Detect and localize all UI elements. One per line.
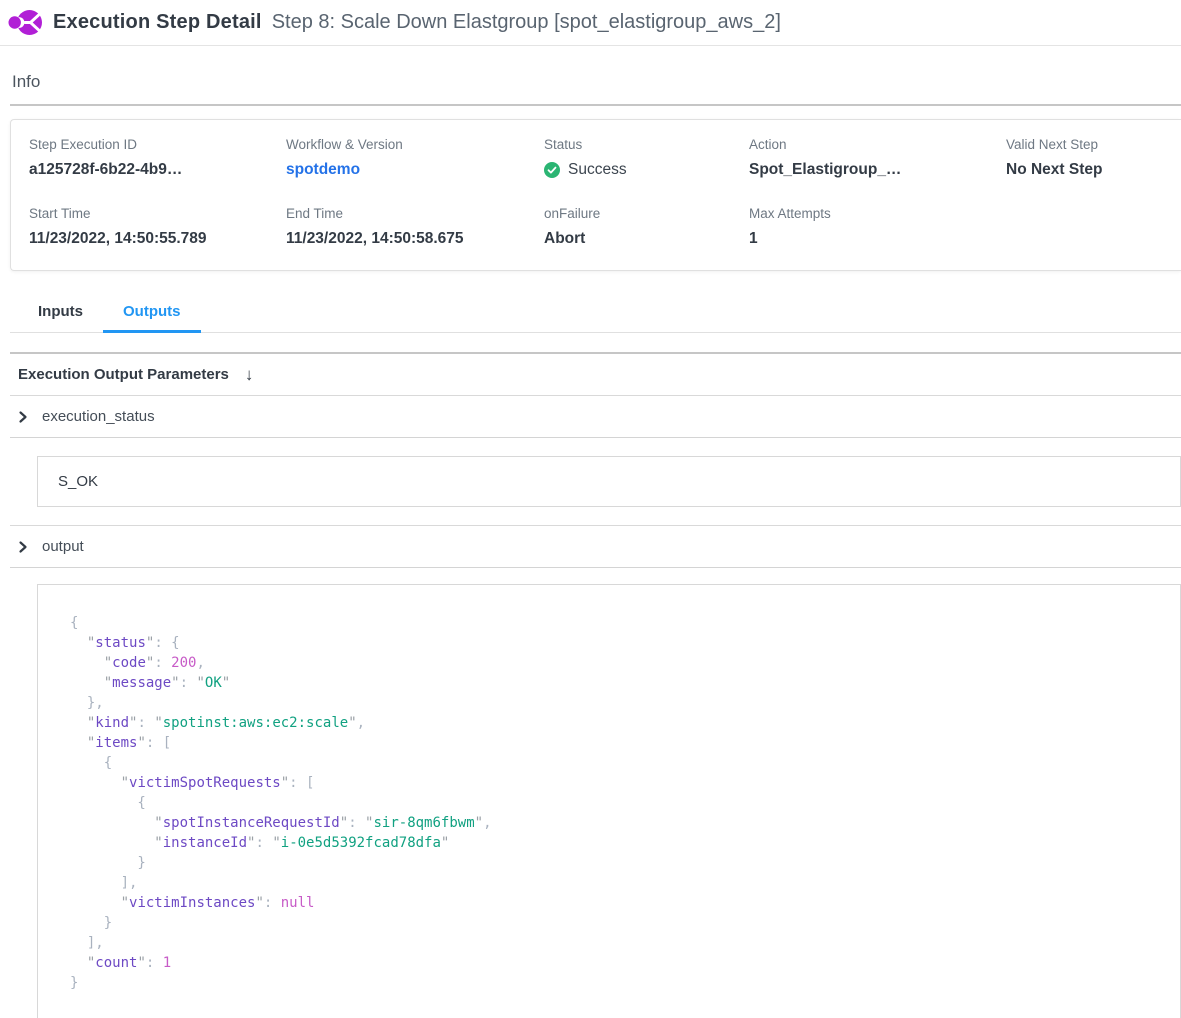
success-check-icon xyxy=(544,162,560,178)
field-value: 11/23/2022, 14:50:55.789 xyxy=(29,230,286,248)
app-logo-icon xyxy=(6,5,43,40)
tabs-bar: Inputs Outputs xyxy=(10,295,1181,333)
page-header: Execution Step Detail Step 8: Scale Down… xyxy=(0,0,1181,46)
field-label: Step Execution ID xyxy=(29,137,286,152)
field-value: Abort xyxy=(544,230,749,248)
status-text: Success xyxy=(568,161,627,179)
download-arrow-icon[interactable]: ↓ xyxy=(245,366,254,383)
field-start-time: Start Time 11/23/2022, 14:50:55.789 xyxy=(29,206,286,248)
chevron-right-icon xyxy=(16,410,30,424)
field-status: Status Success xyxy=(544,137,749,179)
param-name: output xyxy=(42,538,84,555)
field-value: a125728f-6b22-4b9… xyxy=(29,161,286,179)
tab-inputs[interactable]: Inputs xyxy=(18,295,103,332)
page-subtitle: Step 8: Scale Down Elastgroup [spot_elas… xyxy=(272,11,781,34)
field-empty xyxy=(1006,206,1181,248)
field-end-time: End Time 11/23/2022, 14:50:58.675 xyxy=(286,206,544,248)
field-workflow-version: Workflow & Version spotdemo xyxy=(286,137,544,179)
field-action: Action Spot_Elastigroup_… xyxy=(749,137,1006,179)
row-execution-status[interactable]: execution_status xyxy=(10,396,1181,438)
output-json-box: { "status": { "code": 200, "message": "O… xyxy=(37,584,1181,1018)
output-params-header: Execution Output Parameters ↓ xyxy=(10,352,1181,396)
page-title: Execution Step Detail xyxy=(53,11,262,34)
field-label: Start Time xyxy=(29,206,286,221)
field-label: Action xyxy=(749,137,1006,152)
execution-status-value-box: S_OK xyxy=(37,456,1181,507)
status-badge: Success xyxy=(544,161,749,179)
output-json: { "status": { "code": 200, "message": "O… xyxy=(70,613,1160,993)
field-value: Spot_Elastigroup_… xyxy=(749,161,1006,179)
field-label: Status xyxy=(544,137,749,152)
execution-status-value: S_OK xyxy=(58,473,98,490)
field-label: Workflow & Version xyxy=(286,137,544,152)
field-label: Valid Next Step xyxy=(1006,137,1181,152)
workflow-link[interactable]: spotdemo xyxy=(286,161,360,178)
info-card: Step Execution ID a125728f-6b22-4b9… Wor… xyxy=(10,119,1181,271)
field-value: 1 xyxy=(749,230,1006,248)
output-params-title: Execution Output Parameters xyxy=(18,366,229,383)
info-section-title: Info xyxy=(10,72,1181,106)
field-value: No Next Step xyxy=(1006,161,1181,179)
field-onfailure: onFailure Abort xyxy=(544,206,749,248)
field-max-attempts: Max Attempts 1 xyxy=(749,206,1006,248)
field-value: 11/23/2022, 14:50:58.675 xyxy=(286,230,544,248)
row-output[interactable]: output xyxy=(10,526,1181,568)
field-label: onFailure xyxy=(544,206,749,221)
field-label: Max Attempts xyxy=(749,206,1006,221)
field-label: End Time xyxy=(286,206,544,221)
field-valid-next-step: Valid Next Step No Next Step xyxy=(1006,137,1181,179)
param-name: execution_status xyxy=(42,408,155,425)
tab-outputs[interactable]: Outputs xyxy=(103,295,201,332)
chevron-right-icon xyxy=(16,540,30,554)
field-step-execution-id: Step Execution ID a125728f-6b22-4b9… xyxy=(29,137,286,179)
